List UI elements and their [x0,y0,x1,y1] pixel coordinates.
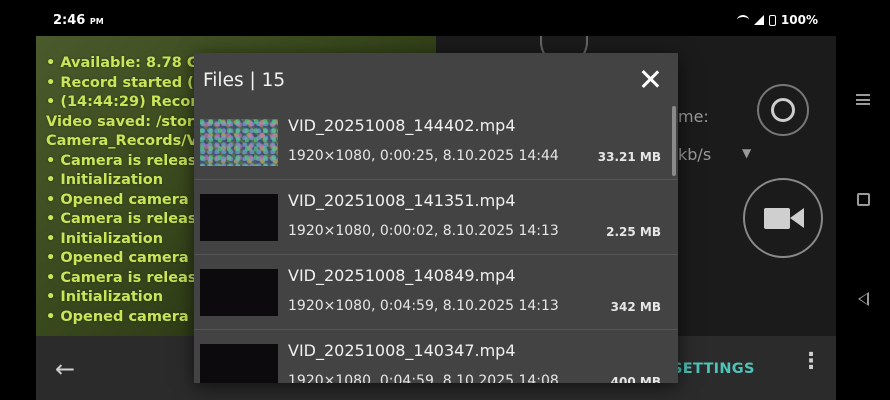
signal-icon [753,15,764,25]
bitrate-select[interactable]: kb/s [678,145,711,164]
log-line: • Available: 8.78 GB [46,55,210,71]
log-line: • Camera is release [46,269,207,286]
file-item[interactable]: VID_20251008_141351.mp4 1920×1080, 0:00:… [194,180,678,255]
setting-label: me: [678,107,709,126]
record-button[interactable] [743,178,823,258]
log-line: • Camera is release [46,211,207,227]
log-line: • Record started (14 [46,74,214,91]
switch-camera-button[interactable] [757,84,809,136]
home-icon[interactable] [857,193,870,206]
video-thumbnail [200,269,278,316]
log-line: Video saved: /storag [46,113,215,130]
file-item[interactable]: VID_20251008_140347.mp4 1920×1080, 0:04:… [194,330,678,383]
file-name: VID_20251008_141351.mp4 [288,191,516,210]
file-name: VID_20251008_140849.mp4 [288,266,516,285]
status-time: 2:46 PM [53,13,104,28]
log-line: • Initialization [46,172,164,188]
file-name: VID_20251008_140347.mp4 [288,341,516,360]
video-thumbnail [200,344,278,383]
battery-percent: 100% [780,13,818,27]
close-icon[interactable] [638,67,662,91]
recents-icon[interactable] [856,94,870,105]
log-line: Camera_Records/Vi [46,133,203,149]
more-options-button[interactable]: ⋮ [800,351,822,373]
file-list: VID_20251008_144402.mp4 1920×1080, 0:00:… [194,105,678,383]
status-bar: 2:46 PM 100% [0,0,890,36]
wifi-icon [736,15,749,25]
switch-camera-icon [771,98,795,122]
video-thumbnail [200,119,278,166]
log-line: • Opened camera ID [46,250,212,266]
status-icons: 100% [736,13,818,27]
files-dialog: Files | 15 VID_20251008_144402.mp4 1920×… [194,53,678,383]
file-item[interactable]: VID_20251008_144402.mp4 1920×1080, 0:00:… [194,105,678,180]
video-camera-lens [790,208,804,228]
back-arrow-icon[interactable]: ← [55,355,75,383]
video-camera-icon [764,208,790,229]
file-item[interactable]: VID_20251008_140849.mp4 1920×1080, 0:04:… [194,255,678,330]
file-size: 400 MB [610,375,661,383]
dialog-header: Files | 15 [194,53,678,109]
file-size: 342 MB [610,300,661,314]
battery-icon [768,14,776,26]
dropdown-arrow-icon[interactable]: ▼ [742,146,751,160]
log-line: • Opened camera ID [46,308,212,325]
settings-button[interactable]: SETTINGS [662,361,755,377]
log-line: • Camera is release [46,152,207,169]
log-line: • Initialization [46,230,164,247]
log-line: • Initialization [46,289,164,305]
file-size: 33.21 MB [597,150,661,164]
file-meta: 1920×1080, 0:00:25, 8.10.2025 14:44 [288,148,559,164]
event-log: • Available: 8.78 GB • Record started (14… [46,54,214,327]
file-meta: 1920×1080, 0:04:59, 8.10.2025 14:08 [288,373,559,383]
log-line: • (14:44:29) Record [46,94,208,110]
navigation-bar [836,36,890,400]
video-thumbnail [200,194,278,241]
file-meta: 1920×1080, 0:04:59, 8.10.2025 14:13 [288,298,559,314]
file-meta: 1920×1080, 0:00:02, 8.10.2025 14:13 [288,223,559,239]
file-size: 2.25 MB [606,225,661,239]
dialog-title: Files | 15 [203,70,286,91]
file-name: VID_20251008_144402.mp4 [288,116,516,135]
log-line: • Opened camera ID [46,191,212,208]
nav-back-icon[interactable] [858,292,869,306]
